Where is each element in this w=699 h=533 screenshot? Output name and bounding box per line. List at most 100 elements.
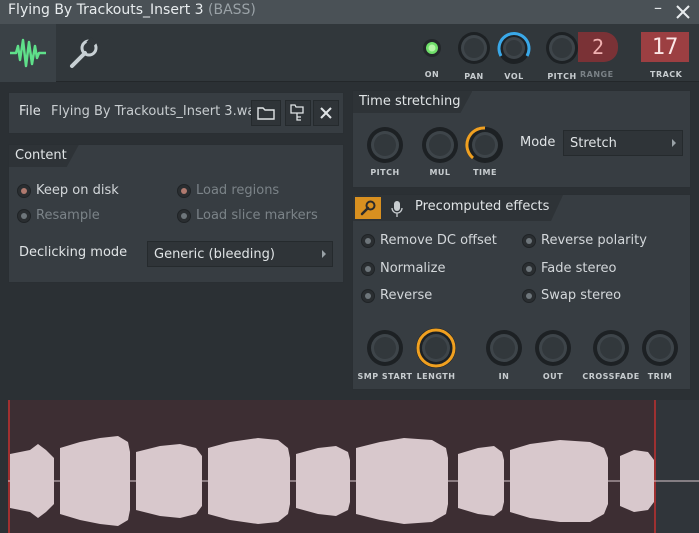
normalize-label: Normalize xyxy=(380,261,446,276)
mode-value: Stretch xyxy=(570,135,617,151)
normalize-radio[interactable]: Normalize xyxy=(361,261,445,276)
range-display[interactable]: 2 xyxy=(578,32,618,62)
radio-dot xyxy=(17,183,31,198)
declicking-value: Generic (bleeding) xyxy=(154,246,275,262)
vol-knob[interactable] xyxy=(496,30,532,66)
track-value: 17 xyxy=(651,34,679,60)
content-panel: Content Keep on disk Resample Load regio… xyxy=(8,144,344,283)
file-name: Flying By Trackouts_Insert 3.wav xyxy=(51,104,263,119)
resample-radio[interactable]: Resample xyxy=(17,208,100,223)
precomputed-effects-panel: Precomputed effects Remove DC offset Nor… xyxy=(352,194,691,390)
content-header: Content xyxy=(9,145,79,167)
in-knob[interactable] xyxy=(484,328,524,368)
file-label: File xyxy=(19,104,41,119)
radio-dot xyxy=(361,261,375,276)
load-regions-radio[interactable]: Load regions xyxy=(177,183,279,198)
on-toggle-group: ON xyxy=(418,30,446,79)
crossfade-label: CROSSFADE xyxy=(582,372,640,381)
window-subtitle: (BASS) xyxy=(208,2,256,18)
keep-on-disk-label: Keep on disk xyxy=(36,183,119,198)
file-panel: File Flying By Trackouts_Insert 3.wav xyxy=(8,92,344,134)
chevron-right-icon xyxy=(672,139,676,147)
pan-knob-group: PAN xyxy=(456,30,492,81)
ts-time-label: TIME xyxy=(473,168,497,177)
load-slice-markers-label: Load slice markers xyxy=(196,208,318,223)
folder-tree-icon xyxy=(290,104,304,121)
radio-dot xyxy=(361,288,375,303)
reverse-polarity-radio[interactable]: Reverse polarity xyxy=(522,233,647,248)
ts-mul-knob[interactable] xyxy=(420,125,460,165)
radio-dot xyxy=(17,208,31,223)
radio-dot xyxy=(361,233,375,248)
smp-start-label: SMP START xyxy=(357,372,413,381)
close-icon[interactable] xyxy=(673,2,693,22)
waveform-graphic xyxy=(8,400,699,533)
length-knob[interactable] xyxy=(414,326,458,370)
waveform-icon xyxy=(10,38,46,68)
keep-on-disk-radio[interactable]: Keep on disk xyxy=(17,183,119,198)
microphone-icon[interactable] xyxy=(389,199,405,219)
declicking-select[interactable]: Generic (bleeding) xyxy=(147,241,333,267)
on-led[interactable] xyxy=(418,30,446,62)
smp-start-knob[interactable] xyxy=(365,328,405,368)
reverse-polarity-label: Reverse polarity xyxy=(541,233,647,248)
mode-select[interactable]: Stretch xyxy=(563,130,683,156)
tab-tools[interactable] xyxy=(58,24,108,82)
range-value: 2 xyxy=(591,35,605,59)
remove-dc-label: Remove DC offset xyxy=(380,233,497,248)
in-label: IN xyxy=(498,372,510,381)
fade-stereo-radio[interactable]: Fade stereo xyxy=(522,261,617,276)
fade-stereo-label: Fade stereo xyxy=(541,261,617,276)
pan-knob[interactable] xyxy=(456,30,492,66)
swap-stereo-label: Swap stereo xyxy=(541,288,622,303)
length-label: LENGTH xyxy=(416,372,456,381)
waveform-view[interactable] xyxy=(0,392,699,533)
time-stretching-header: Time stretching xyxy=(353,91,472,113)
browse-file-button[interactable] xyxy=(285,100,311,126)
range-label: RANGE xyxy=(580,70,614,79)
trim-label: TRIM xyxy=(647,372,673,381)
radio-dot xyxy=(522,288,536,303)
pan-label: PAN xyxy=(464,72,484,81)
wrench-icon xyxy=(70,37,98,68)
minimize-button[interactable]: – xyxy=(649,0,667,20)
crossfade-knob[interactable] xyxy=(591,328,631,368)
out-label: OUT xyxy=(542,372,564,381)
radio-dot xyxy=(177,183,191,198)
time-stretching-panel: Time stretching PITCH MUL TIME Mode Stre… xyxy=(352,90,691,188)
reverse-radio[interactable]: Reverse xyxy=(361,288,432,303)
top-control-bar: ON PAN VOL PITCH 2 RANGE 17 TRACK xyxy=(0,24,699,82)
resample-label: Resample xyxy=(36,208,100,223)
radio-dot xyxy=(522,261,536,276)
mode-label: Mode xyxy=(520,135,556,150)
ts-mul-label: MUL xyxy=(429,168,451,177)
vol-knob-group: VOL xyxy=(496,30,532,81)
window-title-text: Flying By Trackouts_Insert 3 xyxy=(8,2,204,18)
pitch-label: PITCH xyxy=(547,72,577,81)
folder-icon xyxy=(257,107,275,120)
clear-file-button[interactable] xyxy=(313,100,339,126)
tab-sample[interactable] xyxy=(0,24,56,82)
on-label: ON xyxy=(424,70,440,79)
pitch-knob-group: PITCH xyxy=(544,30,580,81)
remove-dc-radio[interactable]: Remove DC offset xyxy=(361,233,497,248)
swap-stereo-radio[interactable]: Swap stereo xyxy=(522,288,621,303)
ts-pitch-label: PITCH xyxy=(370,168,400,177)
declicking-label: Declicking mode xyxy=(19,245,128,260)
track-label: TRACK xyxy=(650,70,683,79)
trim-knob[interactable] xyxy=(640,328,680,368)
precomputed-header: Precomputed effects xyxy=(415,199,550,214)
radio-dot xyxy=(177,208,191,223)
out-knob[interactable] xyxy=(533,328,573,368)
load-slice-markers-radio[interactable]: Load slice markers xyxy=(177,208,318,223)
pitch-knob[interactable] xyxy=(544,30,580,66)
open-file-button[interactable] xyxy=(251,100,281,126)
radio-dot xyxy=(522,233,536,248)
ts-pitch-knob[interactable] xyxy=(365,125,405,165)
load-regions-label: Load regions xyxy=(196,183,280,198)
title-bar: Flying By Trackouts_Insert 3 (BASS) – xyxy=(0,0,699,24)
track-display[interactable]: 17 xyxy=(641,32,689,62)
precomputed-tools-button[interactable] xyxy=(355,197,381,219)
ts-time-knob[interactable] xyxy=(465,125,505,165)
reverse-label: Reverse xyxy=(380,288,433,303)
